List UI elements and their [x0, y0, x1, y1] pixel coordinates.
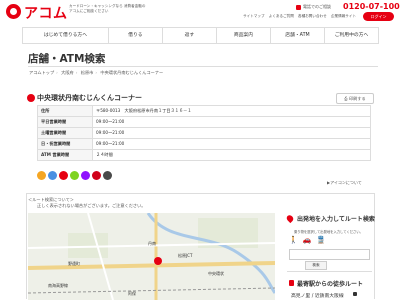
icon-legend-link[interactable]: ▶アイコンについて [327, 180, 362, 186]
util-link-contact[interactable]: 各種お問い合わせ [298, 14, 327, 18]
route-panel-instructions: 乗り物を選択して出発地を入力してください。 [294, 230, 363, 234]
map-label: 阿保 [128, 291, 136, 296]
service-icon [48, 171, 57, 180]
expand-icon[interactable] [353, 292, 357, 296]
utility-links: サイトマップ よくあるご質問 各種お問い合わせ 企業情報サイト [243, 14, 359, 19]
nav-item-first-time[interactable]: はじめて借りる方へ [23, 28, 109, 43]
acom-logo-mark[interactable] [6, 4, 21, 19]
util-link-sitemap[interactable]: サイトマップ [243, 14, 265, 18]
title-divider [28, 66, 378, 67]
phone-consult-label: 電話でのご相談 [296, 4, 331, 10]
table-row: 平日営業時間 09:00～21:00 [37, 116, 371, 128]
service-icon [103, 171, 112, 180]
table-row: 住所 〒580-0013 大阪府松原市丹南１丁目３１６－１ [37, 105, 371, 117]
service-icon [37, 171, 46, 180]
breadcrumb-item[interactable]: アコムトップ [29, 70, 54, 75]
service-icon [92, 171, 101, 180]
nearest-station-title: 最寄駅からの徒歩ルート [297, 281, 364, 288]
breadcrumb-item[interactable]: 大阪府 [61, 70, 74, 75]
header-tagline: カードローン・キャッシングなら 消費者金融のアコムにご相談ください [69, 4, 146, 13]
row-value: 09:00～21:00 [92, 116, 371, 128]
panel-divider [287, 271, 372, 272]
row-value: ２４時間 [92, 149, 371, 161]
map-label: 丹南 [148, 241, 156, 246]
train-icon[interactable]: 🚆 [316, 236, 325, 244]
departure-input[interactable] [289, 249, 370, 260]
phone-icon [296, 4, 301, 10]
map-label: 松原JCT [178, 253, 193, 258]
row-key: 土曜営業時間 [37, 127, 93, 139]
service-icon [81, 171, 90, 180]
map-label: 野遠町 [68, 261, 80, 266]
main-nav: はじめて借りる方へ 借りる 返す 商品案内 店舗・ATM ご利用中の方へ [22, 27, 379, 44]
util-link-corporate[interactable]: 企業情報サイト [331, 14, 356, 18]
map-label: 南海高野線 [48, 283, 68, 288]
nearest-station-link[interactable]: 高見ノ里 / 近鉄南大阪線 [291, 292, 344, 299]
nav-item-borrow[interactable]: 借りる [109, 28, 163, 43]
nav-item-repay[interactable]: 返す [163, 28, 217, 43]
map-label: 中央環状 [208, 271, 224, 276]
service-icons [37, 171, 112, 180]
row-key: ATM 営業時間 [37, 149, 93, 161]
nav-item-products[interactable]: 商品案内 [217, 28, 271, 43]
route-note: 正しく表示されない場合がございます。ご注意ください。 [37, 203, 146, 208]
acom-logo-text[interactable]: アコム [24, 3, 68, 23]
service-icon [59, 171, 68, 180]
table-row: 日・祝営業時間 09:00～21:00 [37, 138, 371, 150]
transport-options: 🚶 🚗 🚆 [289, 236, 325, 244]
row-value: 〒580-0013 大阪府松原市丹南１丁目３１６－１ [92, 105, 371, 117]
walk-icon[interactable]: 🚶 [289, 236, 298, 244]
train-icon [289, 280, 294, 286]
row-key: 日・祝営業時間 [37, 138, 93, 150]
breadcrumb-item[interactable]: 松原市 [81, 70, 94, 75]
row-key: 平日営業時間 [37, 116, 93, 128]
row-key: 住所 [37, 105, 93, 117]
phone-number[interactable]: 0120-07-1000 [343, 2, 400, 11]
row-value: 09:00～21:00 [92, 138, 371, 150]
page-title: 店舗・ATM検索 [28, 53, 106, 65]
route-panel-title: 出発地を入力してルート検索 [297, 216, 375, 223]
map-view[interactable]: 丹南 松原JCT 野遠町 阿保 南海高野線 中央環状 [28, 213, 275, 300]
store-info-table: 住所 〒580-0013 大阪府松原市丹南１丁目３１６－１ 平日営業時間 09:00… [37, 105, 371, 161]
print-button[interactable]: ⎙ 印刷する [336, 93, 374, 104]
breadcrumb-current: 中央環状丹南むじんくんコーナー [100, 70, 164, 75]
store-name: 中央環状丹南むじんくんコーナー [37, 94, 142, 102]
route-search-button[interactable]: 検索 [305, 261, 327, 270]
breadcrumb: アコムトップ › 大阪府 › 松原市 › 中央環状丹南むじんくんコーナー [29, 70, 164, 75]
service-icon [70, 171, 79, 180]
nav-item-store-atm[interactable]: 店舗・ATM [271, 28, 325, 43]
nav-item-existing-users[interactable]: ご利用中の方へ [325, 28, 378, 43]
atm-icon [27, 94, 35, 102]
table-row: ATM 営業時間 ２４時間 [37, 149, 371, 161]
login-button[interactable]: ログイン [363, 12, 394, 21]
table-row: 土曜営業時間 09:00～21:00 [37, 127, 371, 139]
util-link-faq[interactable]: よくあるご質問 [269, 14, 294, 18]
row-value: 09:00～21:00 [92, 127, 371, 139]
car-icon[interactable]: 🚗 [303, 236, 312, 244]
